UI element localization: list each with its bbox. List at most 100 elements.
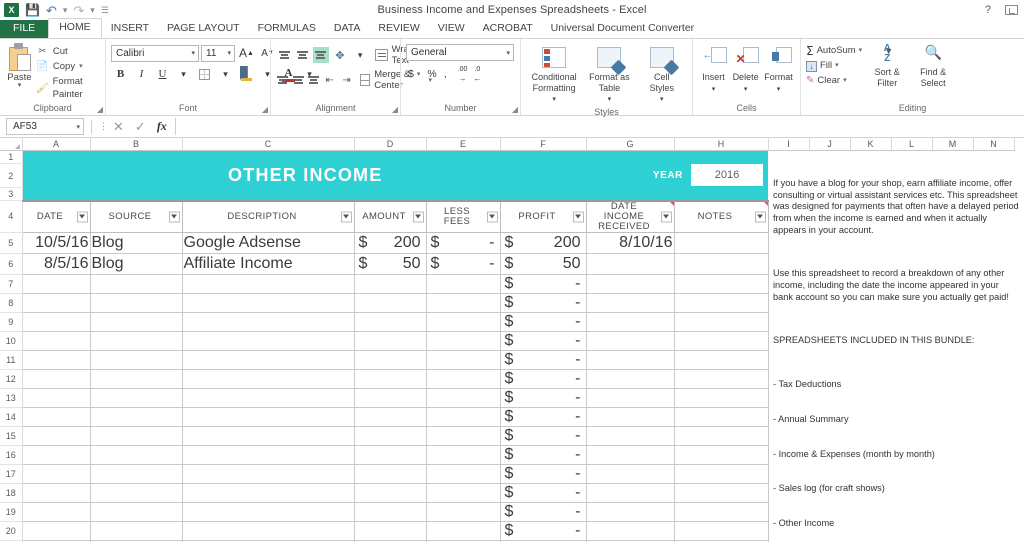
currency-dropdown-icon[interactable]: ▾ [417,70,421,78]
bold-button[interactable]: B [111,65,130,83]
increase-decimal-button[interactable]: .00 → [458,65,468,83]
cell-amount[interactable] [353,330,427,351]
row-header-11[interactable]: 11 [0,350,23,370]
font-size-combo[interactable]: 11 ▾ [201,44,235,62]
tab-page-layout[interactable]: PAGE LAYOUT [158,20,249,38]
increase-font-size-button[interactable]: A ▲ [237,44,256,62]
autosum-dropdown-icon[interactable]: ▾ [859,44,863,58]
cell-amount[interactable] [353,349,427,370]
filter-dropdown-less-fees[interactable] [486,211,498,222]
copy-button[interactable]: 📄 Copy ▾ [36,60,100,73]
cell-date[interactable] [21,406,91,427]
cell-date[interactable] [21,482,91,503]
cell-profit[interactable]: $- [499,387,587,408]
cell-notes[interactable] [673,406,769,427]
font-name-combo[interactable]: Calibri ▾ [111,44,199,62]
cell-amount[interactable] [353,292,427,313]
cell-less-fees[interactable] [425,425,501,446]
cell-less-fees[interactable] [425,387,501,408]
cell-amount[interactable] [353,387,427,408]
cell-description[interactable] [181,406,355,427]
cut-button[interactable]: ✂ Cut [36,45,100,58]
tab-view[interactable]: VIEW [429,20,474,38]
number-format-combo[interactable]: General ▾ [406,44,514,61]
column-header-C[interactable]: C [182,138,355,151]
row-header-14[interactable]: 14 [0,407,23,427]
cell-profit[interactable]: $- [499,311,587,332]
tab-review[interactable]: REVIEW [369,20,428,38]
cell-date[interactable]: 10/5/16 [21,231,91,254]
fill-dropdown-icon[interactable]: ▾ [835,59,839,73]
cell-notes[interactable] [673,330,769,351]
cell-less-fees[interactable] [425,406,501,427]
underline-button[interactable]: U [153,65,172,83]
cell-less-fees[interactable] [425,311,501,332]
cell-date-received[interactable] [585,425,675,446]
format-dropdown-icon[interactable]: ▾ [777,86,781,93]
cell-date[interactable] [21,311,91,332]
cell-profit[interactable]: $- [499,349,587,370]
cell-profit[interactable]: $- [499,292,587,313]
chevron-down-icon[interactable]: ▾ [191,49,195,57]
cell-description[interactable] [181,368,355,389]
align-bottom-button[interactable] [312,47,329,63]
cell-date-received[interactable] [585,330,675,351]
cell-source[interactable] [89,330,183,351]
cell-amount[interactable] [353,406,427,427]
orientation-dropdown-icon[interactable]: ▾ [351,46,369,64]
cell-profit[interactable]: $- [499,273,587,294]
cell-notes[interactable] [673,252,769,275]
cell-less-fees[interactable] [425,273,501,294]
cell-date-received[interactable] [585,463,675,484]
cell-amount[interactable] [353,501,427,522]
cell-less-fees[interactable] [425,501,501,522]
cell-source[interactable] [89,311,183,332]
name-box[interactable]: AF53 ▾ [6,118,84,135]
cell-date[interactable] [21,349,91,370]
row-header-12[interactable]: 12 [0,369,23,389]
sort-filter-button[interactable]: A Z ▼ Sort & Filter [866,44,908,88]
cell-styles-dropdown-icon[interactable]: ▾ [660,96,664,103]
cell-date[interactable]: 8/5/16 [21,252,91,275]
cell-profit[interactable]: $- [499,406,587,427]
align-middle-button[interactable] [294,47,310,63]
increase-indent-button[interactable]: ⇥ [339,71,354,89]
cell-source[interactable] [89,520,183,541]
cell-date[interactable] [21,330,91,351]
cell-less-fees[interactable] [425,520,501,541]
row-header-18[interactable]: 18 [0,483,23,503]
cell-date-received[interactable] [585,501,675,522]
decrease-decimal-button[interactable]: .0 ← [473,65,481,83]
cell-notes[interactable] [673,387,769,408]
filter-dropdown-notes[interactable] [754,211,766,222]
cell-less-fees[interactable] [425,292,501,313]
alignment-dialog-launcher-icon[interactable]: ◢ [392,104,398,115]
cell-date[interactable] [21,463,91,484]
align-top-button[interactable] [276,47,292,63]
currency-format-button[interactable]: $ [408,68,414,80]
cell-source[interactable] [89,482,183,503]
cell-description[interactable] [181,444,355,465]
chevron-down-icon[interactable]: ▾ [506,49,510,57]
cell-profit[interactable]: $- [499,330,587,351]
row-header-13[interactable]: 13 [0,388,23,408]
cell-amount[interactable]: $200 [353,231,427,254]
cell-source[interactable] [89,406,183,427]
clear-dropdown-icon[interactable]: ▾ [843,74,847,88]
cell-date-received[interactable] [585,520,675,541]
cell-notes[interactable] [673,273,769,294]
delete-cells-button[interactable]: ✕ Delete ▾ [729,44,762,95]
tab-formulas[interactable]: FORMULAS [249,20,325,38]
row-header-4[interactable]: 4 [0,200,23,233]
row-header-8[interactable]: 8 [0,293,23,313]
cell-date-received[interactable] [585,482,675,503]
filter-dropdown-source[interactable] [168,211,180,222]
conditional-formatting-button[interactable]: Conditional Formatting ▾ [526,44,582,106]
cell-amount[interactable] [353,311,427,332]
format-cells-button[interactable]: Format ▾ [762,44,795,95]
cell-amount[interactable] [353,444,427,465]
insert-function-icon[interactable]: fx [157,119,167,134]
cell-date[interactable] [21,273,91,294]
insert-cells-button[interactable]: ← Insert ▾ [698,44,729,95]
column-header-G[interactable]: G [586,138,675,151]
